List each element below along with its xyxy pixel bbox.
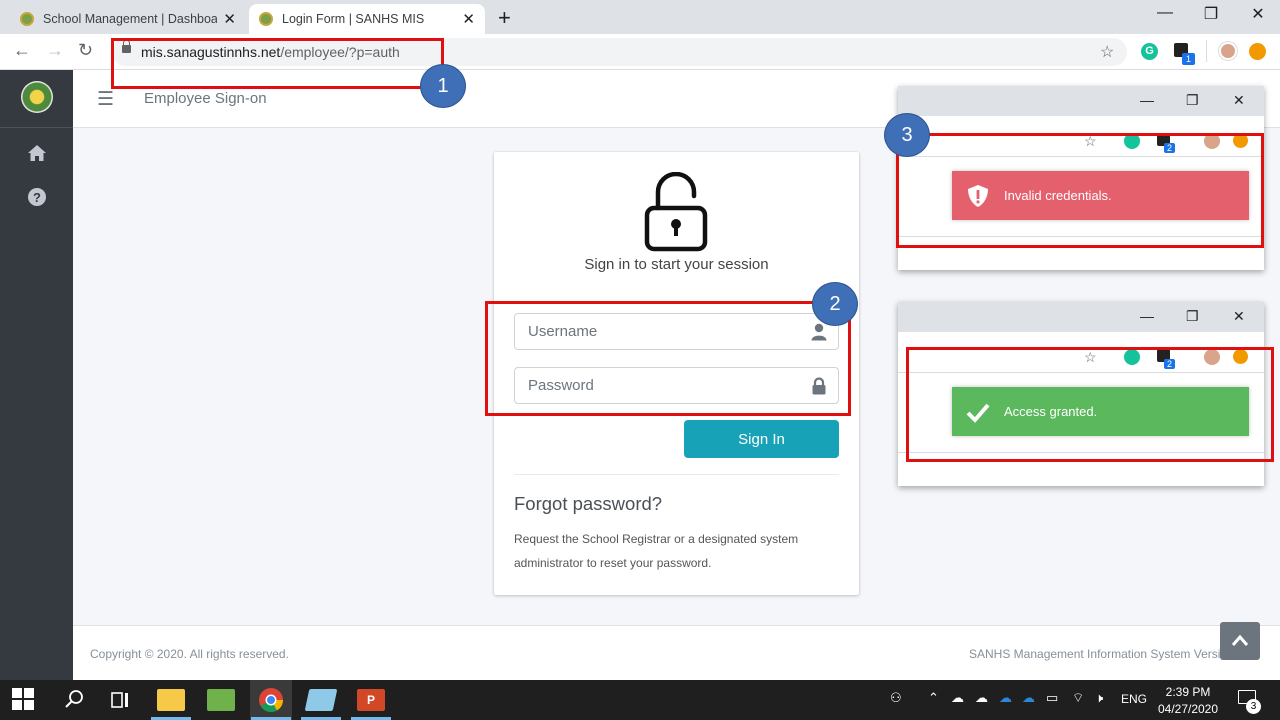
close-tab-icon[interactable]: ✕ [223, 10, 236, 28]
success-toast-highlight-box [906, 347, 1274, 462]
clock-time: 2:39 PM [1165, 685, 1211, 699]
extension-badge: 1 [1182, 53, 1195, 65]
chevron-up-icon[interactable]: ⌃ [928, 690, 939, 706]
taskbar-clock[interactable]: 2:39 PM 04/27/2020 [1152, 684, 1224, 718]
sign-in-button[interactable]: Sign In [684, 420, 839, 458]
grammarly-icon[interactable]: G [1141, 43, 1158, 60]
minimize-window-button[interactable]: — [1150, 4, 1180, 22]
wifi-icon[interactable]: ⌔ [1072, 690, 1084, 706]
tab-title: Login Form | SANHS MIS [282, 12, 425, 26]
notes-app-icon[interactable] [304, 689, 338, 711]
card-divider [514, 474, 839, 475]
tab-school-management[interactable]: School Management | Dashboard ✕ [10, 4, 246, 34]
onedrive-icon[interactable]: ☁ [1022, 690, 1035, 706]
battery-icon[interactable]: ▭ [1046, 690, 1058, 706]
update-icon[interactable] [1249, 43, 1266, 60]
help-icon[interactable]: ? [26, 187, 48, 213]
close-window-button: ✕ [1233, 92, 1245, 108]
tab-title: School Management | Dashboard [43, 12, 218, 26]
inset-tab-strip [898, 86, 1264, 116]
url-highlight-box [111, 38, 444, 89]
close-window-button: ✕ [1233, 308, 1245, 324]
home-icon[interactable] [26, 144, 48, 168]
windows-taskbar [0, 680, 1280, 720]
cloud-upload-icon[interactable]: ☁ [975, 690, 988, 706]
copyright-text: Copyright © 2020. All rights reserved. [90, 647, 289, 661]
sidebar-divider [0, 127, 73, 128]
minimize-window-button: — [1140, 92, 1154, 108]
new-tab-button[interactable]: + [498, 5, 511, 31]
restore-window-button: ❐ [1186, 308, 1199, 324]
cloud-upload-icon[interactable]: ☁ [951, 690, 964, 706]
search-icon[interactable] [60, 686, 88, 714]
school-logo[interactable] [21, 81, 53, 113]
task-view-icon[interactable] [106, 686, 134, 714]
close-tab-icon[interactable]: ✕ [462, 10, 475, 28]
school-favicon-icon [20, 12, 34, 26]
file-explorer-icon[interactable] [157, 689, 185, 711]
tab-login-form[interactable]: Login Form | SANHS MIS ✕ [249, 4, 485, 34]
bookmark-star-icon[interactable]: ☆ [1100, 42, 1114, 62]
profile-avatar[interactable] [1219, 42, 1237, 60]
chevron-up-icon [1231, 634, 1249, 646]
restore-window-button[interactable]: ❐ [1196, 4, 1226, 24]
paint-app-icon[interactable] [207, 689, 235, 711]
minimize-window-button: — [1140, 308, 1154, 324]
forward-icon[interactable]: → [46, 40, 64, 61]
back-to-top-button[interactable] [1220, 622, 1260, 660]
step-marker-2: 2 [812, 282, 858, 326]
inset-tab-strip [898, 302, 1264, 332]
login-prompt: Sign in to start your session [584, 256, 769, 273]
step-marker-1: 1 [420, 64, 466, 108]
volume-icon[interactable]: 🕨 [1095, 690, 1103, 706]
onedrive-icon[interactable]: ☁ [999, 690, 1012, 706]
clock-date: 04/27/2020 [1157, 702, 1219, 716]
chrome-icon[interactable] [257, 686, 285, 714]
back-icon[interactable]: ← [13, 40, 31, 61]
people-icon[interactable]: ⚇ [890, 690, 902, 706]
windows-start-icon[interactable] [12, 688, 34, 710]
hamburger-menu-icon[interactable]: ☰ [97, 88, 114, 111]
school-favicon-icon [259, 12, 273, 26]
notification-count-badge: 3 [1246, 699, 1261, 714]
svg-text:?: ? [33, 190, 41, 205]
toolbar-divider [1206, 40, 1207, 62]
close-window-button[interactable]: ✕ [1243, 4, 1273, 24]
credentials-highlight-box [485, 301, 851, 416]
step-marker-3: 3 [884, 113, 930, 157]
language-indicator[interactable]: ENG [1121, 692, 1147, 706]
forgot-password-text: Request the School Registrar or a design… [514, 532, 799, 570]
unlocked-padlock-icon [644, 172, 708, 252]
powerpoint-icon[interactable]: P [357, 689, 385, 711]
restore-window-button: ❐ [1186, 92, 1199, 108]
page-title: Employee Sign-on [144, 90, 267, 107]
forgot-password-heading: Forgot password? [514, 493, 663, 514]
reload-icon[interactable]: ↻ [78, 40, 93, 61]
error-toast-highlight-box [896, 133, 1264, 248]
